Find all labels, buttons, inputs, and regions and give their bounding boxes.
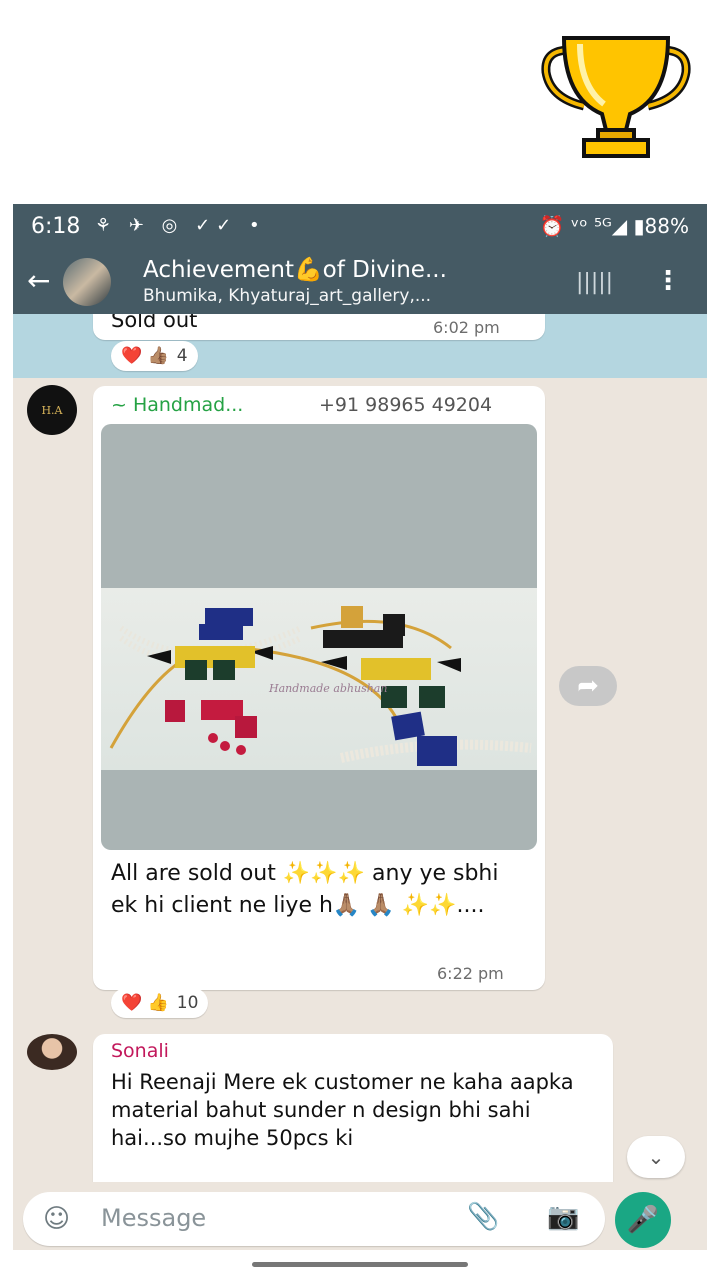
paperclip-icon[interactable]: 📎 — [467, 1202, 499, 1232]
message-text: Hi Reenaji Mere ek customer ne kaha aapk… — [111, 1070, 574, 1150]
reaction-emojis: ❤️ 👍🏽 — [121, 346, 169, 366]
sender-name[interactable]: Sonali — [111, 1040, 169, 1062]
message-caption: All are sold out ✨✨✨ any ye sbhi ek hi c… — [111, 861, 499, 918]
chat-header: ← Achievement💪of Divine... Bhumika, Khya… — [13, 250, 707, 314]
message-reactions[interactable]: ❤️ 👍 10 — [111, 988, 209, 1018]
group-avatar[interactable] — [63, 258, 111, 306]
notification-icons: ⚘ ✈ ◎ ✓✓ • — [95, 215, 266, 236]
composer-bar: ☺ Message 📎 📷 🎤 — [13, 1182, 707, 1250]
message-time: 6:02 pm — [433, 318, 500, 337]
sender-avatar[interactable] — [27, 1034, 77, 1070]
voice-chat-icon[interactable]: ||||| — [576, 270, 613, 295]
group-members[interactable]: Bhumika, Khyaturaj_art_gallery,... — [143, 286, 431, 306]
group-title[interactable]: Achievement💪of Divine... — [143, 256, 447, 283]
status-bar: 6:18 ⚘ ✈ ◎ ✓✓ • ⏰ ᵛᵒ ⁵ᴳ◢ ▮88% — [13, 204, 707, 250]
chat-area[interactable]: Sold out 6:02 pm ❤️ 👍🏽 4 H.A ~ Handmad..… — [13, 314, 707, 1250]
gesture-nav-bar[interactable] — [252, 1262, 468, 1267]
message-placeholder: Message — [101, 1204, 207, 1232]
sender-avatar[interactable]: H.A — [27, 385, 77, 435]
sender-phone: +91 98965 49204 — [319, 394, 493, 416]
avatar-monogram: H.A — [41, 403, 63, 417]
camera-icon[interactable]: 📷 — [547, 1202, 579, 1232]
status-time: 6:18 — [31, 214, 81, 239]
message-input[interactable]: ☺ Message 📎 📷 — [23, 1192, 605, 1246]
reaction-count: 4 — [176, 346, 188, 366]
reaction-count: 10 — [176, 993, 199, 1013]
mic-icon[interactable]: 🎤 — [615, 1192, 671, 1248]
message-time: 6:22 pm — [437, 964, 504, 983]
emoji-icon[interactable]: ☺ — [43, 1204, 70, 1234]
scroll-down-icon[interactable]: ⌄ — [627, 1136, 685, 1178]
reaction-emojis: ❤️ 👍 — [121, 993, 169, 1013]
forward-icon[interactable]: ➦ — [559, 666, 617, 706]
image-watermark: Handmade abhushan — [268, 682, 387, 695]
message-image[interactable]: Handmade abhushan — [101, 424, 537, 850]
message-text: Sold out — [111, 314, 198, 332]
sender-name[interactable]: ~ Handmad... — [111, 394, 243, 416]
message-reactions[interactable]: ❤️ 👍🏽 4 — [111, 341, 198, 371]
phone-screen: 6:18 ⚘ ✈ ◎ ✓✓ • ⏰ ᵛᵒ ⁵ᴳ◢ ▮88% ← Achievem… — [13, 204, 707, 1250]
more-options-icon[interactable]: ⋮ — [655, 266, 681, 296]
trophy-icon — [541, 36, 691, 158]
jewellery-photo: Handmade abhushan — [101, 588, 537, 770]
status-right-indicators: ⏰ ᵛᵒ ⁵ᴳ◢ ▮88% — [539, 214, 689, 238]
back-arrow-icon[interactable]: ← — [27, 264, 50, 297]
jewellery-illustration: Handmade abhushan — [109, 606, 532, 766]
